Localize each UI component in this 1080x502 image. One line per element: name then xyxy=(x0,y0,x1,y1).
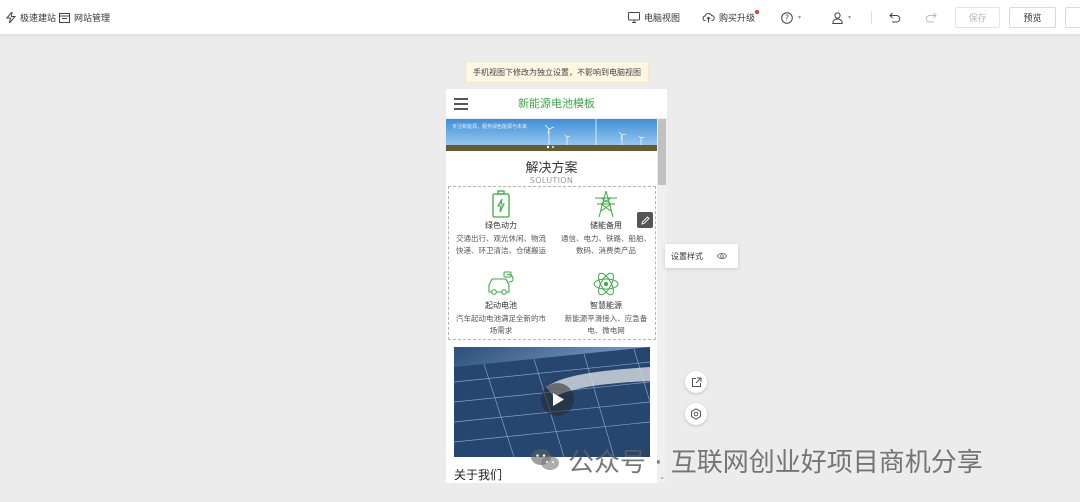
site-title: 新能源电池模板 xyxy=(518,97,595,110)
lightning-icon xyxy=(6,12,16,23)
notification-dot xyxy=(755,10,759,14)
svg-text:?: ? xyxy=(785,13,789,22)
solution-card[interactable]: 绿色动力 交通出行、观光休闲、物流快递、环卫清洁、仓储搬运 xyxy=(451,190,551,257)
eye-icon[interactable] xyxy=(717,252,727,260)
section-title: 解决方案 xyxy=(525,161,578,176)
pencil-icon xyxy=(640,215,650,225)
card-desc: 新能源平滑接入、应急备电、微电网 xyxy=(564,314,648,335)
car-charging-icon xyxy=(488,271,514,295)
desktop-view-button[interactable]: 电脑视图 xyxy=(628,0,680,35)
battery-charge-icon xyxy=(492,190,510,218)
upgrade-button[interactable]: 购买升级 xyxy=(702,0,755,35)
power-tower-icon xyxy=(595,190,617,218)
set-style-popup[interactable]: 设置样式 xyxy=(665,244,738,268)
site-manage-icon xyxy=(59,12,70,23)
cloud-upgrade-icon xyxy=(702,12,715,23)
upgrade-label: 购买升级 xyxy=(719,14,756,24)
watermark-text: 公众号 · 互联网创业好项目商机分享 xyxy=(568,447,983,478)
card-title: 智慧能源 xyxy=(590,301,622,310)
share-icon xyxy=(691,377,701,387)
watermark: 公众号 · 互联网创业好项目商机分享 xyxy=(530,444,983,478)
site-manage-label: 网站管理 xyxy=(74,14,111,24)
mobile-preview: 新能源电池模板 专注新能源，服务绿色能源与未来 ⌄ 解决方案 SOLUTION … xyxy=(446,89,667,483)
about-us-title: 关于我们 xyxy=(454,468,503,482)
solution-card[interactable]: 智慧能源 新能源平滑接入、应急备电、微电网 xyxy=(556,270,656,337)
solution-module[interactable]: 绿色动力 交通出行、观光休闲、物流快递、环卫清洁、仓储搬运 储能备用 通信、电力… xyxy=(448,186,656,340)
gear-icon xyxy=(691,408,701,420)
card-title: 起动电池 xyxy=(485,301,517,310)
scrollbar[interactable]: ⌄ xyxy=(657,119,667,483)
set-style-label: 设置样式 xyxy=(671,251,703,261)
play-icon xyxy=(552,393,564,406)
card-desc: 汽车起动电池满足全新的市场需求 xyxy=(456,314,546,335)
wechat-logo-icon xyxy=(531,449,559,470)
top-toolbar: 极速建站 网站管理 电脑视图 购买升级 ? ▾ ▾ 保存 预览 xyxy=(0,0,1080,35)
desktop-view-label: 电脑视图 xyxy=(644,14,681,24)
redo-icon xyxy=(925,12,937,23)
save-button[interactable]: 保存 xyxy=(955,7,1000,28)
card-desc: 交通出行、观光休闲、物流快递、环卫清洁、仓储搬运 xyxy=(456,234,546,255)
user-icon xyxy=(832,11,843,24)
publish-button-partial[interactable] xyxy=(1065,7,1080,28)
undo-button[interactable] xyxy=(889,0,901,35)
quick-build-label: 极速建站 xyxy=(20,14,57,24)
banner-caption: 专注新能源，服务绿色能源与未来 xyxy=(452,124,528,130)
quick-build-button[interactable]: 极速建站 xyxy=(6,0,56,35)
mobile-view-notice: 手机视图下修改为独立设置，不影响到电脑视图 xyxy=(465,61,649,83)
chevron-down-icon: ▾ xyxy=(798,14,802,21)
card-title: 绿色动力 xyxy=(485,221,517,230)
solution-card[interactable]: 起动电池 汽车起动电池满足全新的市场需求 xyxy=(451,270,551,337)
video-thumbnail[interactable] xyxy=(454,347,650,457)
preview-button[interactable]: 预览 xyxy=(1009,7,1056,28)
redo-button[interactable] xyxy=(925,0,937,35)
chevron-down-icon: ▾ xyxy=(848,14,852,21)
site-manage-button[interactable]: 网站管理 xyxy=(59,0,110,35)
help-icon: ? xyxy=(781,11,793,24)
account-menu[interactable]: ▾ xyxy=(832,0,851,35)
banner-image[interactable]: 专注新能源，服务绿色能源与未来 xyxy=(446,119,657,151)
play-button[interactable] xyxy=(541,383,574,416)
toolbar-divider xyxy=(871,11,872,24)
section-subtitle: SOLUTION xyxy=(529,176,574,185)
settings-button[interactable] xyxy=(685,403,707,425)
help-menu[interactable]: ? ▾ xyxy=(781,0,801,35)
edit-pencil-button[interactable] xyxy=(637,212,653,228)
monitor-icon xyxy=(628,12,640,23)
share-button[interactable] xyxy=(685,371,707,393)
phone-header: 新能源电池模板 xyxy=(446,89,667,119)
card-desc: 通信、电力、铁路、船舶、数码、消费类产品 xyxy=(561,234,651,255)
undo-icon xyxy=(889,12,901,23)
atom-energy-icon xyxy=(593,272,619,296)
scrollbar-thumb[interactable] xyxy=(658,119,666,185)
